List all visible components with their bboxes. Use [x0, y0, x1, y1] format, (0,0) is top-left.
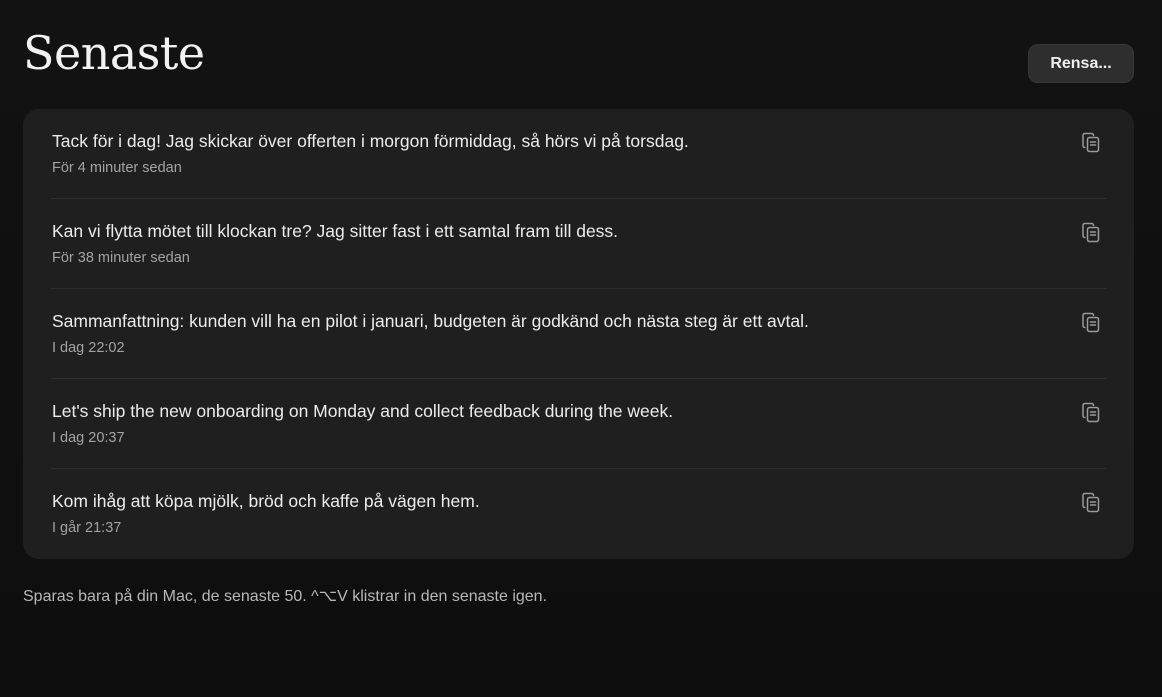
copy-icon[interactable]: [1080, 221, 1102, 245]
history-item-time: För 4 minuter sedan: [52, 160, 182, 176]
recent-history-window: Senaste Rensa... Tack för i dag! Jag ski…: [0, 0, 1162, 697]
copy-icon[interactable]: [1080, 491, 1102, 515]
history-item-time: I går 21:37: [52, 520, 122, 536]
history-item[interactable]: Kom ihåg att köpa mjölk, bröd och kaffe …: [51, 469, 1106, 559]
history-item-time: I dag 22:02: [52, 340, 125, 356]
history-item-time: I dag 20:37: [52, 430, 125, 446]
history-item[interactable]: Kan vi flytta mötet till klockan tre? Ja…: [51, 199, 1106, 289]
footer-note: Sparas bara på din Mac, de senaste 50. ^…: [23, 588, 548, 605]
history-item[interactable]: Let's ship the new onboarding on Monday …: [51, 379, 1106, 469]
history-item-text: Kan vi flytta mötet till klockan tre? Ja…: [52, 221, 619, 241]
history-item-text: Kom ihåg att köpa mjölk, bröd och kaffe …: [52, 491, 480, 511]
history-item-text: Sammanfattning: kunden vill ha en pilot …: [52, 311, 809, 331]
history-item[interactable]: Sammanfattning: kunden vill ha en pilot …: [51, 289, 1106, 379]
history-item-time: För 38 minuter sedan: [52, 250, 190, 266]
copy-icon[interactable]: [1080, 401, 1102, 425]
history-item[interactable]: Tack för i dag! Jag skickar över offerte…: [51, 109, 1106, 199]
copy-icon[interactable]: [1080, 311, 1102, 335]
history-item-text: Tack för i dag! Jag skickar över offerte…: [52, 131, 689, 151]
history-list: Tack för i dag! Jag skickar över offerte…: [23, 109, 1134, 559]
copy-icon[interactable]: [1080, 131, 1102, 155]
page-title: Senaste: [23, 26, 205, 80]
history-item-text: Let's ship the new onboarding on Monday …: [52, 401, 674, 421]
clear-button[interactable]: Rensa...: [1028, 44, 1134, 83]
